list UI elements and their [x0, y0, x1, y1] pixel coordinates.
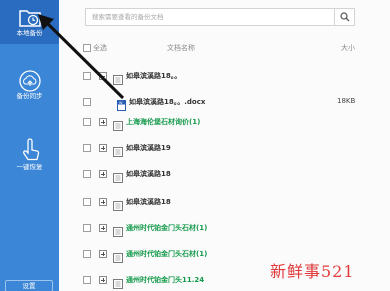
table-row[interactable]: 如皋滨溪路18: [59, 166, 390, 183]
row-checkbox[interactable]: [83, 144, 91, 152]
folder-clock-icon: [18, 10, 41, 27]
nav-backup-sync[interactable]: 备份同步: [0, 70, 59, 110]
row-checkbox[interactable]: [83, 118, 91, 126]
folder-icon: [113, 196, 123, 215]
table-header: 全选 文档名称 大小: [59, 41, 390, 55]
folder-icon: [113, 168, 123, 187]
expand-toggle[interactable]: [99, 144, 107, 152]
file-name: 通州时代铂金门头石材(1): [126, 250, 208, 258]
expand-toggle[interactable]: [99, 198, 107, 206]
file-name: 如皋滨溪路18: [126, 198, 171, 206]
folder-icon: [113, 248, 123, 267]
folder-icon: [113, 142, 123, 161]
expand-toggle[interactable]: [99, 276, 107, 284]
table-row[interactable]: W 如皋滨溪路18。。.docx 18KB: [59, 94, 390, 111]
name-column-header: 文档名称: [167, 44, 195, 52]
folder-icon: [113, 116, 123, 135]
search-button[interactable]: [335, 8, 355, 26]
hand-pointer-icon: [22, 138, 39, 161]
row-checkbox[interactable]: [83, 170, 91, 178]
expand-toggle[interactable]: [99, 118, 107, 126]
nav-local-backup-label: 本地备份: [16, 29, 43, 37]
table-row[interactable]: 通州时代铂金门头石材(1): [59, 220, 390, 237]
folder-icon: [113, 222, 123, 241]
expand-toggle[interactable]: [99, 224, 107, 232]
row-checkbox[interactable]: [83, 250, 91, 258]
row-checkbox[interactable]: [83, 224, 91, 232]
folder-icon: [113, 274, 123, 291]
nav-one-click-restore[interactable]: 一键恢复: [0, 137, 59, 177]
file-size: 18KB: [337, 97, 356, 105]
select-all-label: 全选: [93, 44, 107, 52]
size-column-header: 大小: [341, 44, 355, 52]
nav-one-click-restore-label: 一键恢复: [16, 163, 43, 171]
file-name: 通州时代铂金门头11.24: [126, 276, 205, 284]
select-all-checkbox[interactable]: [83, 44, 91, 52]
expand-toggle[interactable]: [99, 170, 107, 178]
cloud-upload-icon: [18, 70, 41, 92]
watermark-text: 新鲜事521: [270, 262, 355, 281]
file-name: 如皋滨溪路19: [126, 144, 171, 152]
search-input[interactable]: 搜索需要查看的备份文档: [85, 8, 335, 26]
word-doc-icon: W: [117, 96, 126, 115]
search-icon: [339, 12, 349, 22]
row-checkbox[interactable]: [83, 98, 91, 106]
table-row[interactable]: 如皋滨溪路19: [59, 140, 390, 157]
collapse-toggle[interactable]: [99, 72, 107, 80]
file-name: 如皋滨溪路18: [126, 170, 171, 178]
file-name: 上海海伦堡石材询价(1): [126, 118, 201, 126]
main-panel: 搜索需要查看的备份文档 全选 文档名称 大小 如皋滨溪路18。。 W 如皋滨溪路18…: [59, 0, 390, 291]
table-row[interactable]: 上海海伦堡石材询价(1): [59, 114, 390, 131]
file-name: 如皋滨溪路18。。: [126, 72, 182, 80]
table-row[interactable]: 如皋滨溪路18: [59, 194, 390, 211]
row-checkbox[interactable]: [83, 276, 91, 284]
row-checkbox[interactable]: [83, 198, 91, 206]
nav-local-backup[interactable]: 本地备份: [0, 0, 59, 44]
table-row[interactable]: 如皋滨溪路18。。: [59, 68, 390, 85]
row-checkbox[interactable]: [83, 72, 91, 80]
expand-toggle[interactable]: [99, 250, 107, 258]
file-name: 如皋滨溪路18。。.docx: [129, 98, 206, 106]
sidebar: 本地备份 备份同步 一键恢复 设置: [0, 0, 59, 291]
folder-icon: [113, 70, 123, 89]
file-name: 通州时代铂金门头石材(1): [126, 224, 208, 232]
settings-button[interactable]: 设置: [5, 280, 53, 291]
svg-text:W: W: [119, 101, 123, 105]
nav-backup-sync-label: 备份同步: [16, 92, 43, 100]
